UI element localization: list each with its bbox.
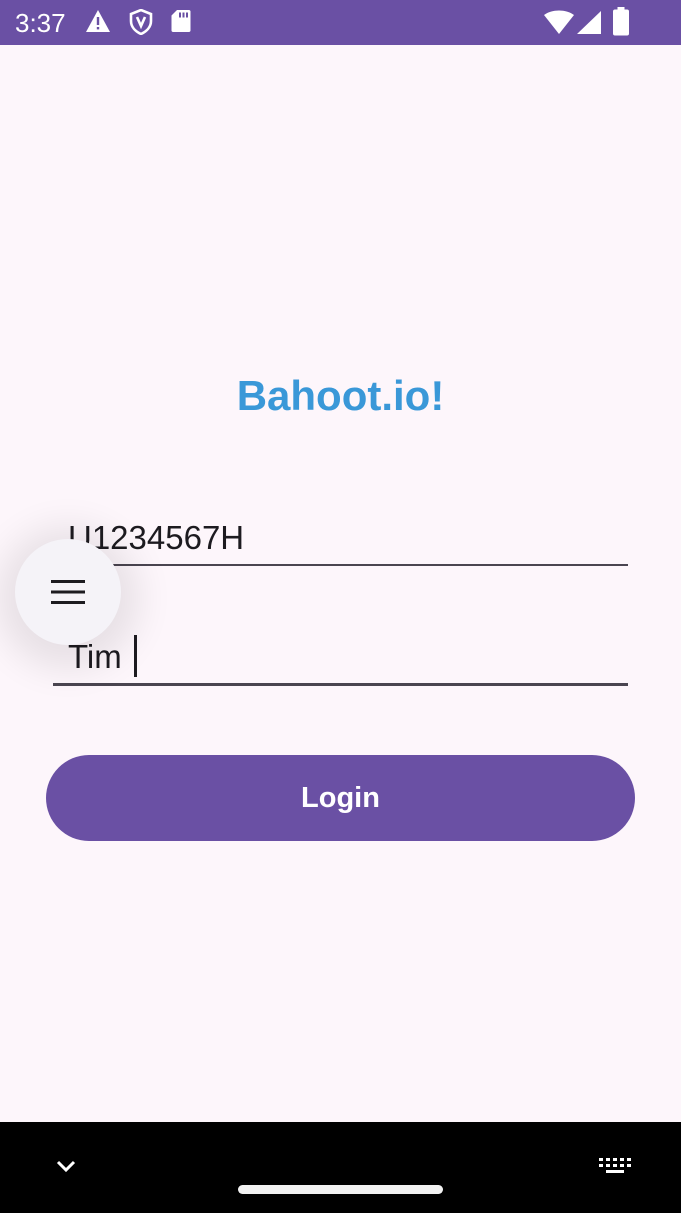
app-title: Bahoot.io!: [236, 372, 445, 419]
wifi-icon: [543, 10, 575, 40]
keyboard-icon[interactable]: [599, 1158, 631, 1181]
chevron-down-icon[interactable]: [56, 1160, 76, 1178]
status-time: 3:37: [15, 8, 66, 38]
navigation-bar: [0, 1122, 681, 1213]
sd-card-icon: [171, 9, 191, 38]
login-screen: Bahoot.io! U1234567H Tim Login: [0, 45, 681, 1122]
cell-signal-icon: [576, 10, 602, 40]
user-id-input[interactable]: U1234567H: [53, 510, 628, 566]
shield-icon: [129, 8, 153, 40]
login-button[interactable]: Login: [46, 755, 635, 841]
warning-icon: [85, 9, 111, 38]
battery-icon: [612, 7, 630, 41]
menu-button[interactable]: [15, 539, 121, 645]
text-cursor: [134, 635, 137, 677]
status-bar: 3:37: [0, 0, 681, 45]
name-input[interactable]: Tim: [53, 630, 628, 686]
home-handle[interactable]: [238, 1185, 443, 1194]
menu-icon: [51, 580, 85, 609]
